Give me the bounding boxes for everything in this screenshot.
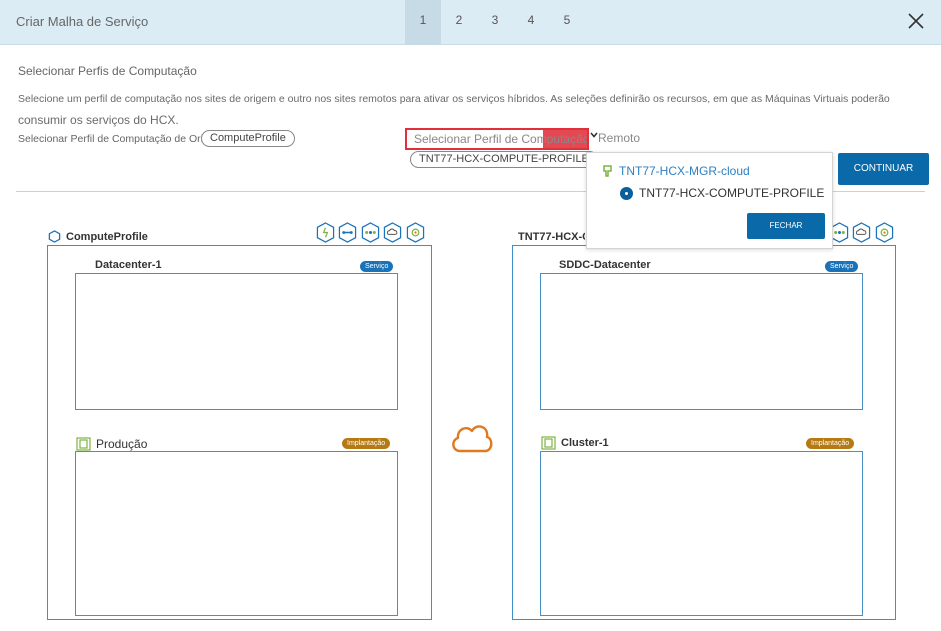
- left-cluster-label: Produção: [76, 436, 147, 451]
- dropdown-site-label: TNT77-HCX-MGR-cloud: [619, 164, 750, 178]
- left-datacenter-label: Datacenter-1: [95, 259, 162, 271]
- dropdown-site: TNT77-HCX-MGR-cloud: [603, 164, 750, 178]
- left-service-icons: [312, 222, 425, 243]
- left-service-badge: Serviço: [360, 261, 394, 272]
- left-deployment-badge: Implantação: [342, 438, 391, 449]
- continue-button[interactable]: CONTINUAR: [838, 153, 929, 185]
- remote-profile-dropdown: TNT77-HCX-MGR-cloud TNT77-HCX-COMPUTE-PR…: [586, 152, 833, 249]
- chevron-down-icon[interactable]: [590, 132, 598, 138]
- source-profile-pill[interactable]: ComputeProfile: [201, 130, 295, 147]
- remote-profile-pill[interactable]: TNT77-HCX-COMPUTE-PROFILE: [410, 151, 598, 168]
- service-vmotion-icon[interactable]: [852, 222, 871, 243]
- close-dropdown-button[interactable]: FECHAR: [747, 213, 825, 239]
- description-line-1: Selecione um perfil de computação nos si…: [18, 93, 890, 105]
- service-disaster-recovery-icon[interactable]: [406, 222, 425, 243]
- right-cluster-box: [540, 451, 863, 616]
- right-datacenter-box: [540, 273, 863, 410]
- section-description: Selecione um perfil de computação nos si…: [18, 89, 933, 131]
- left-site-title: ComputeProfile: [48, 230, 148, 243]
- right-service-icons: [826, 222, 894, 243]
- step-5[interactable]: 5: [549, 0, 585, 45]
- right-datacenter-label: SDDC-Datacenter: [559, 259, 651, 271]
- step-4[interactable]: 4: [513, 0, 549, 45]
- cluster-icon: [541, 436, 556, 450]
- left-cluster-box: [75, 451, 398, 616]
- left-datacenter-box: [75, 273, 398, 410]
- remote-profile-select[interactable]: Selecionar Perfil de Computação: [405, 128, 589, 150]
- service-wan-optimization-icon[interactable]: [338, 222, 357, 243]
- dropdown-profile-label: TNT77-HCX-COMPUTE-PROFILE: [639, 186, 825, 200]
- service-hybrid-interconnect-icon[interactable]: [316, 222, 335, 243]
- step-1[interactable]: 1: [405, 0, 441, 45]
- section-title: Selecionar Perfis de Computação: [18, 64, 197, 78]
- right-service-badge: Serviço: [825, 261, 859, 272]
- remote-label: Remoto: [598, 131, 641, 145]
- right-site-title: TNT77-HCX-COMPUTE-PROFILE: [513, 230, 585, 243]
- dropdown-profile-option[interactable]: TNT77-HCX-COMPUTE-PROFILE: [620, 186, 824, 200]
- right-cluster-label: Cluster-1: [541, 435, 609, 450]
- cluster-icon: [76, 437, 91, 451]
- remote-select-placeholder: Selecionar Perfil de Computação: [414, 132, 589, 146]
- service-disaster-recovery-icon[interactable]: [875, 222, 894, 243]
- step-3[interactable]: 3: [477, 0, 513, 45]
- wizard-steps: 1 2 3 4 5: [405, 0, 585, 45]
- right-deployment-badge: Implantação: [806, 438, 855, 449]
- close-icon[interactable]: [907, 12, 925, 30]
- radio-selected-icon[interactable]: [620, 186, 633, 200]
- source-profile-label: Selecionar Perfil de Computação de Orige…: [18, 133, 208, 145]
- service-vmotion-icon[interactable]: [383, 222, 402, 243]
- cloud-icon: [452, 425, 493, 453]
- modal-title: Criar Malha de Serviço: [16, 14, 149, 29]
- modal-header: Criar Malha de Serviço 1 2 3 4 5: [0, 0, 941, 45]
- building-icon: [603, 165, 612, 177]
- hexagon-icon: [48, 230, 61, 243]
- service-network-extension-icon[interactable]: [361, 222, 380, 243]
- step-2[interactable]: 2: [441, 0, 477, 45]
